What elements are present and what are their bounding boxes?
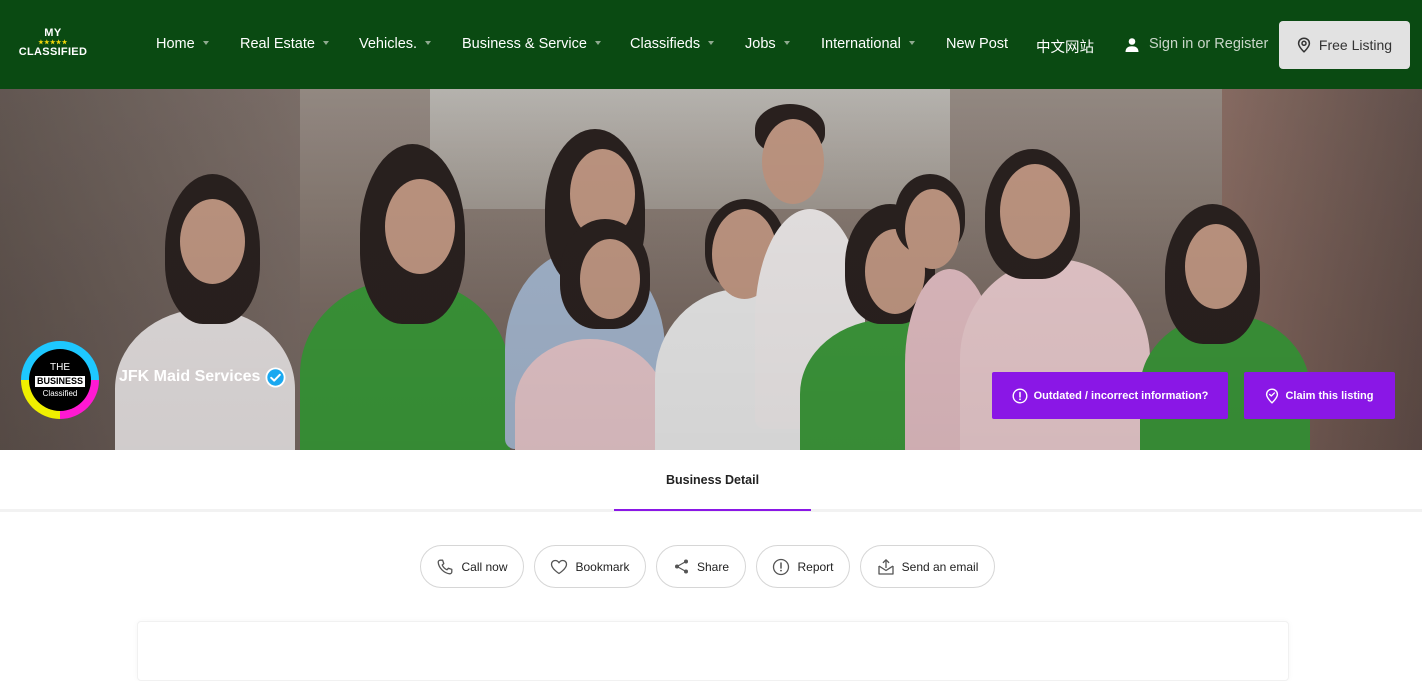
nav-item-chinese-site[interactable]: 中文网站	[1036, 36, 1094, 57]
map-pin-check-icon	[1266, 387, 1279, 404]
alert-circle-icon	[1012, 387, 1028, 404]
nav-item-new-post[interactable]: New Post	[946, 36, 1008, 52]
nav-item-business-service[interactable]: Business & Service	[462, 36, 601, 52]
site-logo[interactable]: MY ★★★★★ CLASSIFIED	[14, 28, 92, 62]
phone-icon	[438, 559, 453, 574]
alert-circle-icon	[773, 558, 790, 575]
send-email-button[interactable]: Send an email	[860, 545, 995, 588]
chevron-down-icon	[783, 41, 790, 46]
top-navigation-bar: MY ★★★★★ CLASSIFIED Home Real Estate Veh…	[0, 0, 1422, 89]
share-icon	[674, 559, 688, 574]
listing-tab-bar: Business Detail	[0, 450, 1422, 512]
map-pin-icon	[1297, 37, 1311, 53]
logo-text-the: THE	[50, 361, 70, 373]
chevron-down-icon	[322, 41, 329, 46]
call-now-button[interactable]: Call now	[420, 545, 524, 588]
nav-item-real-estate[interactable]: Real Estate	[240, 36, 329, 52]
business-name: JFK Maid Services	[119, 368, 261, 385]
tab-business-detail[interactable]: Business Detail	[614, 450, 811, 511]
heart-icon	[551, 559, 568, 574]
bookmark-button[interactable]: Bookmark	[534, 545, 646, 588]
chevron-down-icon	[425, 41, 432, 46]
claim-listing-button[interactable]: Claim this listing	[1244, 372, 1395, 419]
business-logo: THE BUSINESS Classified	[21, 341, 99, 419]
logo-text-business: BUSINESS	[34, 375, 85, 387]
chevron-down-icon	[202, 41, 209, 46]
logo-line-1: MY	[44, 27, 62, 39]
share-button[interactable]: Share	[656, 545, 746, 588]
logo-text-classified: Classified	[42, 388, 78, 398]
nav-item-vehicles[interactable]: Vehicles.	[359, 36, 432, 52]
sign-in-register-link[interactable]: Sign in or Register	[1124, 36, 1268, 52]
free-listing-button[interactable]: Free Listing	[1279, 21, 1410, 69]
chevron-down-icon	[594, 41, 601, 46]
nav-item-international[interactable]: International	[821, 36, 915, 52]
logo-line-2: CLASSIFIED	[18, 46, 88, 58]
user-icon	[1125, 38, 1139, 52]
nav-item-jobs[interactable]: Jobs	[745, 36, 790, 52]
chevron-down-icon	[908, 41, 915, 46]
nav-item-classifieds[interactable]: Classifieds	[630, 36, 715, 52]
verified-badge-icon	[265, 367, 286, 388]
outdated-information-button[interactable]: Outdated / incorrect information?	[992, 372, 1228, 419]
chevron-down-icon	[708, 41, 715, 46]
business-detail-panel	[137, 621, 1289, 681]
report-button[interactable]: Report	[756, 545, 850, 588]
mail-upload-icon	[877, 558, 894, 575]
nav-item-home[interactable]: Home	[156, 36, 209, 52]
